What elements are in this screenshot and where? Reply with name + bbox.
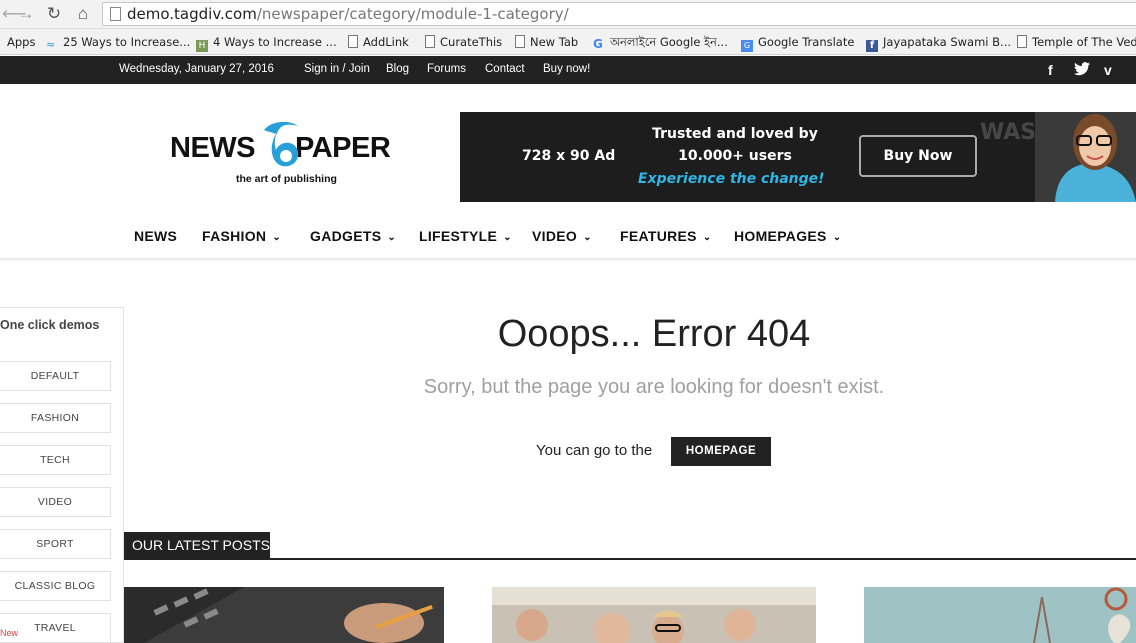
address-bar[interactable]: demo.tagdiv.com/newspaper/category/modul…: [102, 2, 1136, 26]
chevron-down-icon: ⌄: [503, 232, 512, 243]
url-host: demo.tagdiv.com: [127, 5, 257, 23]
nav-divider: [0, 258, 1136, 262]
homepage-button[interactable]: HOMEPAGE: [671, 437, 771, 466]
forward-arrow-icon[interactable]: →: [15, 4, 37, 24]
current-date: Wednesday, January 27, 2016: [119, 63, 274, 75]
logo-six-icon: [264, 121, 299, 167]
ad-trusted-text: Trusted and loved by 10.000+ users: [652, 126, 818, 164]
error-title: Ooops... Error 404: [497, 313, 811, 355]
post-thumbnail-team[interactable]: [492, 587, 816, 643]
buy-now-link[interactable]: Buy now!: [543, 63, 590, 75]
blog-link[interactable]: Blog: [386, 63, 409, 75]
chevron-down-icon: ⌄: [583, 232, 592, 243]
google-icon: G: [593, 37, 603, 51]
demo-tech-button[interactable]: TECH: [0, 445, 111, 475]
main-nav: NEWS FASHION ⌄ GADGETS ⌄ LIFESTYLE ⌄ VIDEO ⌄…: [0, 220, 1136, 260]
page-icon: [348, 35, 358, 48]
nav-video[interactable]: VIDEO ⌄: [532, 228, 592, 244]
nav-homepages[interactable]: HOMEPAGES ⌄: [734, 228, 841, 244]
demo-default-button[interactable]: DEFAULT: [0, 361, 111, 391]
ad-size-label: 728 x 90 Ad: [522, 148, 616, 164]
new-badge: New: [0, 628, 19, 638]
nav-news[interactable]: NEWS: [134, 228, 177, 244]
ad-buy-now-button[interactable]: Buy Now: [859, 135, 977, 177]
bookmark-4-ways[interactable]: H4 Ways to Increase ...: [196, 34, 337, 52]
bookmark-25-ways[interactable]: ≈25 Ways to Increase...: [46, 34, 190, 51]
demo-video-button[interactable]: VIDEO: [0, 487, 111, 517]
chevron-down-icon: ⌄: [702, 232, 712, 243]
nav-fashion[interactable]: FASHION ⌄: [202, 228, 281, 244]
url-path: /newspaper/category/module-1-category/: [256, 5, 569, 23]
twitter-icon[interactable]: [1074, 62, 1090, 79]
demo-fashion-button[interactable]: FASHION: [0, 403, 111, 433]
chevron-down-icon: ⌄: [387, 232, 397, 243]
chevron-down-icon: ⌄: [832, 232, 842, 243]
signin-link[interactable]: Sign in / Join: [304, 63, 370, 75]
page-icon: [110, 7, 121, 21]
page-icon: [515, 35, 525, 48]
translate-icon: G: [741, 40, 753, 52]
ad-experience-text: Experience the change!: [638, 171, 825, 187]
contact-link[interactable]: Contact: [485, 63, 525, 75]
demo-sport-button[interactable]: SPORT: [0, 529, 111, 559]
facebook-icon[interactable]: f: [1048, 62, 1053, 78]
nav-gadgets[interactable]: GADGETS ⌄: [310, 228, 396, 244]
bookmark-google-input[interactable]: G অনলাইনে Google ইন...: [593, 34, 728, 50]
error-subtitle: Sorry, but the page you are looking for …: [423, 376, 885, 398]
chevron-down-icon: ⌄: [272, 232, 282, 243]
ad-person-image: [1035, 112, 1136, 202]
demo-classic-blog-button[interactable]: CLASSIC BLOG: [0, 571, 111, 601]
wave-icon: ≈: [46, 38, 56, 51]
bookmark-new-tab[interactable]: New Tab: [515, 34, 578, 50]
latest-posts-heading: OUR LATEST POSTS: [124, 532, 270, 559]
browser-toolbar: ⟵ → ↻ ⌂ demo.tagdiv.com/newspaper/catego…: [0, 0, 1136, 29]
bookmark-addlink[interactable]: AddLink: [348, 34, 409, 50]
nav-features[interactable]: FEATURES ⌄: [620, 228, 712, 244]
bookmark-jayapataka[interactable]: f Jayapataka Swami B...: [866, 34, 1011, 52]
bookmark-google-translate[interactable]: G Google Translate: [741, 34, 854, 52]
demo-panel-title: One click demos: [0, 318, 100, 332]
ad-banner[interactable]: WAS CAN BIG BOOK IS & 728 x 90 Ad Truste…: [460, 112, 1136, 202]
nav-lifestyle[interactable]: LIFESTYLE ⌄: [419, 228, 512, 244]
bookmark-apps[interactable]: Apps: [7, 34, 35, 50]
logo-tagline: the art of publishing: [236, 173, 337, 185]
page-icon: [1017, 35, 1027, 48]
reload-icon[interactable]: ↻: [43, 4, 65, 24]
post-thumbnail-decor[interactable]: [864, 587, 1136, 643]
facebook-icon: f: [866, 40, 878, 52]
bookmark-temple[interactable]: Temple of The Vedi: [1017, 34, 1136, 50]
error-go-text: You can go to the: [536, 442, 653, 459]
bookmarks-bar: Apps ≈25 Ways to Increase... H4 Ways to …: [0, 29, 1136, 55]
h-icon: H: [196, 40, 208, 52]
bookmark-curatethis[interactable]: CurateThis: [425, 34, 502, 50]
page-icon: [425, 35, 435, 48]
forums-link[interactable]: Forums: [427, 63, 466, 75]
home-icon[interactable]: ⌂: [72, 4, 94, 24]
latest-posts-divider: [124, 558, 1136, 560]
site-top-bar: Wednesday, January 27, 2016 Sign in / Jo…: [0, 56, 1136, 84]
post-thumbnail-laptop[interactable]: [124, 587, 444, 643]
vimeo-icon[interactable]: v: [1104, 62, 1112, 78]
